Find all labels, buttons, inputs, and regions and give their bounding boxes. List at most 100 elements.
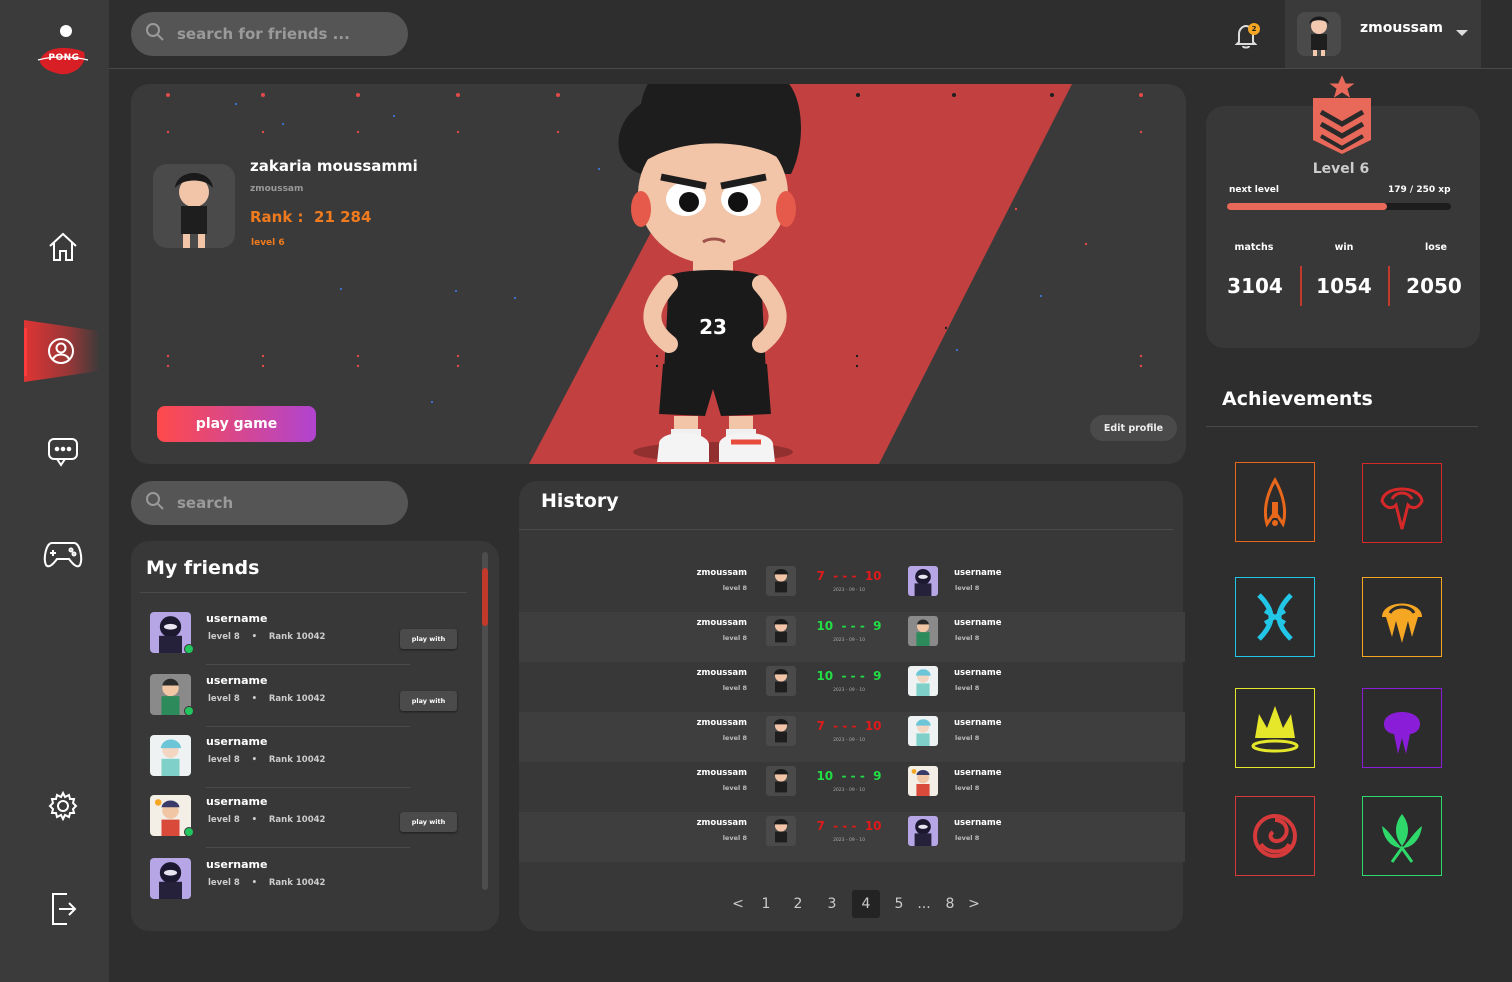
achievement-badge[interactable] xyxy=(1362,796,1442,876)
opponent-level: level 8 xyxy=(955,684,980,692)
player-level: level 8 xyxy=(722,584,747,592)
user-avatar xyxy=(1297,12,1341,56)
pagination-page[interactable]: 4 xyxy=(852,890,880,918)
player-level: level 8 xyxy=(722,784,747,792)
pagination-page[interactable]: 3 xyxy=(818,890,846,918)
friend-item[interactable]: username level 8 • Rank 10042 play with xyxy=(140,604,460,666)
opponent-level: level 8 xyxy=(955,834,980,842)
friend-name: username xyxy=(206,612,268,625)
chevron-down-icon[interactable] xyxy=(1456,30,1468,36)
match-row[interactable]: zmoussam level 8 7 - - - 10 2023 - 09 - 10 u… xyxy=(519,562,1185,612)
search-friends[interactable] xyxy=(131,481,408,525)
achievement-badge[interactable] xyxy=(1235,577,1315,657)
player-level: level 8 xyxy=(722,834,747,842)
play-with-button[interactable]: play with xyxy=(400,691,457,711)
pagination-page[interactable]: 1 xyxy=(752,890,780,918)
friend-item[interactable]: username level 8 • Rank 10042 play with xyxy=(140,666,460,728)
friend-item[interactable]: username level 8 • Rank 10042 play with xyxy=(140,787,460,849)
friend-divider xyxy=(206,847,410,848)
gamepad-icon[interactable] xyxy=(42,533,84,575)
pagination-page[interactable]: 2 xyxy=(784,890,812,918)
friend-rank: 10042 xyxy=(295,632,326,642)
friend-avatar xyxy=(150,735,191,776)
match-row[interactable]: zmoussam level 8 10 - - - 9 2023 - 09 - 10 u… xyxy=(519,762,1185,812)
logo-text: PONG xyxy=(48,53,80,63)
achievement-badge[interactable] xyxy=(1362,463,1442,543)
level-title: Level 6 xyxy=(1312,161,1370,177)
opponent-name: username xyxy=(954,718,1002,728)
logout-icon[interactable] xyxy=(42,888,84,930)
player-avatar xyxy=(766,766,796,796)
match-row[interactable]: zmoussam level 8 10 - - - 9 2023 - 09 - 10 u… xyxy=(519,612,1185,662)
match-score: 10 - - - 9 xyxy=(816,769,882,783)
online-status-dot xyxy=(184,644,194,654)
player-level: level 8 xyxy=(722,684,747,692)
home-icon[interactable] xyxy=(42,226,84,268)
settings-gear-icon[interactable] xyxy=(42,785,84,827)
topbar-divider xyxy=(109,68,1512,69)
friend-meta: level 8 • Rank 10042 xyxy=(208,755,326,765)
pagination-page: ... xyxy=(917,896,931,912)
user-menu[interactable]: zmoussam xyxy=(1285,0,1481,68)
player-name: zmoussam xyxy=(696,718,747,728)
opponent-avatar xyxy=(908,716,938,746)
hero-character-illustration: 23 xyxy=(618,84,801,462)
achievement-badge[interactable] xyxy=(1362,688,1442,768)
friend-name: username xyxy=(206,674,268,687)
friend-item[interactable]: username level 8 • Rank 10042 xyxy=(140,850,460,912)
achievement-badge[interactable] xyxy=(1235,796,1315,876)
friend-divider xyxy=(206,664,410,665)
profile-hero: 23 zakaria moussammi zmoussam Rank : 21 … xyxy=(131,84,1186,464)
pagination-next[interactable]: > xyxy=(960,890,988,918)
jellyfish-icon xyxy=(1382,603,1422,643)
match-row[interactable]: zmoussam level 8 7 - - - 10 2023 - 09 - 10 u… xyxy=(519,812,1185,862)
friend-item[interactable]: username level 8 • Rank 10042 xyxy=(140,727,460,789)
online-status-dot xyxy=(184,827,194,837)
opponent-avatar xyxy=(908,666,938,696)
play-game-button[interactable]: play game xyxy=(157,406,316,442)
friend-meta: level 8 • Rank 10042 xyxy=(208,694,326,704)
player-level: level 8 xyxy=(722,734,747,742)
score-player: 7 xyxy=(816,819,825,833)
pagination-page[interactable]: 5 xyxy=(885,890,913,918)
friend-meta: level 8 • Rank 10042 xyxy=(208,815,326,825)
rank-value: 21 284 xyxy=(314,208,372,226)
player-name: zmoussam xyxy=(696,668,747,678)
play-with-button[interactable]: play with xyxy=(400,812,457,832)
match-score: 10 - - - 9 xyxy=(816,669,882,683)
match-row[interactable]: zmoussam level 8 7 - - - 10 2023 - 09 - 10 u… xyxy=(519,712,1185,762)
pagination-prev[interactable]: < xyxy=(724,890,752,918)
player-avatar xyxy=(766,566,796,596)
stat-divider xyxy=(1388,266,1390,306)
online-status-dot xyxy=(184,706,194,716)
achievement-badge[interactable] xyxy=(1235,688,1315,768)
friend-rank: 10042 xyxy=(295,755,326,765)
opponent-name: username xyxy=(954,618,1002,628)
stat-win-label: win xyxy=(1334,242,1354,253)
play-with-button[interactable]: play with xyxy=(400,629,457,649)
edit-profile-button[interactable]: Edit profile xyxy=(1090,415,1177,441)
rank-badge-icon xyxy=(1313,72,1371,154)
xp-progress-fill xyxy=(1227,203,1388,210)
score-opponent: 10 xyxy=(864,719,882,733)
chat-icon[interactable] xyxy=(42,430,84,472)
purple-drop-icon xyxy=(1384,712,1420,754)
match-date: 2023 - 09 - 10 xyxy=(833,788,865,793)
pong-logo[interactable]: PONG xyxy=(34,22,90,78)
achievement-badge[interactable] xyxy=(1235,462,1315,542)
friend-rank-label: Rank xyxy=(268,815,293,825)
friends-scrollbar-thumb[interactable] xyxy=(482,568,488,626)
achievement-badge[interactable] xyxy=(1362,577,1442,657)
search-icon xyxy=(145,22,165,46)
nav-active-indicator xyxy=(24,328,27,376)
stat-lose-label: lose xyxy=(1425,242,1447,253)
match-row[interactable]: zmoussam level 8 10 - - - 9 2023 - 09 - 10 u… xyxy=(519,662,1185,712)
score-opponent: 9 xyxy=(873,669,882,683)
search-input-friends[interactable] xyxy=(177,494,377,512)
profile-icon[interactable] xyxy=(40,330,82,372)
score-opponent: 9 xyxy=(873,769,882,783)
sidebar: PONG xyxy=(0,0,109,982)
search-input-top[interactable] xyxy=(177,25,377,43)
search-friends-top[interactable] xyxy=(131,12,408,56)
player-name: zmoussam xyxy=(696,818,747,828)
